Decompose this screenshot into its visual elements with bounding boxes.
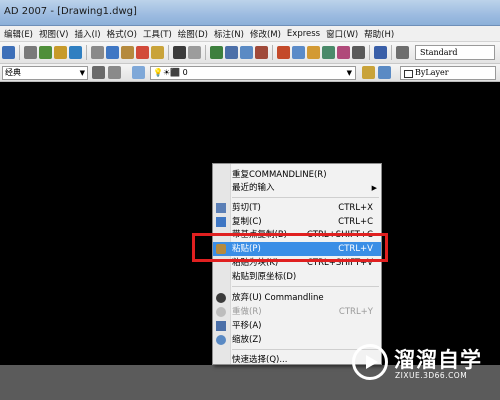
menu-separator: [232, 197, 379, 198]
text-style-icon: [396, 46, 409, 59]
undo-icon[interactable]: [173, 46, 186, 59]
menu-tools[interactable]: 工具(T): [143, 28, 172, 40]
menu-dimension[interactable]: 标注(N): [214, 28, 244, 40]
toolbar-separator: [391, 45, 392, 60]
zoom-icon: [216, 335, 226, 345]
menu-item-repeat[interactable]: 重复COMMANDLINE(R): [213, 168, 381, 182]
copy-icon: [216, 217, 226, 227]
workspace-select[interactable]: 经典 ▼: [2, 66, 88, 80]
menu-modify[interactable]: 修改(M): [250, 28, 281, 40]
menu-view[interactable]: 视图(V): [39, 28, 68, 40]
layer-states-icon[interactable]: [132, 66, 145, 79]
toolbar-separator: [369, 45, 370, 60]
menu-item-paste-to-original[interactable]: 粘贴到原坐标(D): [213, 270, 381, 284]
design-center-icon[interactable]: [292, 46, 305, 59]
zoom-window-icon[interactable]: [240, 46, 253, 59]
color-control-select[interactable]: ByLayer: [400, 66, 496, 80]
undo-icon: [216, 293, 226, 303]
zoom-previous-icon[interactable]: [255, 46, 268, 59]
menu-edit[interactable]: 编辑(E): [4, 28, 33, 40]
match-properties-icon[interactable]: [136, 46, 149, 59]
toolbar-separator: [19, 45, 20, 60]
menu-format[interactable]: 格式(O): [107, 28, 137, 40]
layer-state-icons: 💡☀⬛: [153, 68, 181, 77]
layer-name: 0: [182, 68, 188, 77]
cut-icon[interactable]: [91, 46, 104, 59]
markup-icon[interactable]: [337, 46, 350, 59]
watermark-brand: 溜溜自学: [394, 348, 482, 372]
context-menu: 重复COMMANDLINE(R) 最近的输入 ▶ 剪切(T) CTRL+X 复制…: [212, 163, 382, 365]
submenu-arrow-icon: ▶: [371, 184, 377, 192]
menu-separator: [232, 286, 379, 287]
watermark-url: ZIXUE.3D66.COM: [395, 371, 468, 380]
layer-previous-icon[interactable]: [378, 66, 391, 79]
toolbar-separator: [86, 45, 87, 60]
calculator-icon[interactable]: [352, 46, 365, 59]
menu-item-copy[interactable]: 复制(C) CTRL+C: [213, 215, 381, 229]
watermark-logo: 溜溜自学 ZIXUE.3D66.COM: [352, 336, 500, 392]
menu-help[interactable]: 帮助(H): [364, 28, 394, 40]
standard-toolbar: Standard: [0, 42, 500, 64]
menu-bar: 编辑(E) 视图(V) 插入(I) 格式(O) 工具(T) 绘图(D) 标注(N…: [0, 26, 500, 42]
tool-palettes-icon[interactable]: [307, 46, 320, 59]
toolbar-separator: [272, 45, 273, 60]
menu-window[interactable]: 窗口(W): [326, 28, 358, 40]
make-object-layer-current-icon[interactable]: [362, 66, 375, 79]
pan-icon[interactable]: [210, 46, 223, 59]
highlight-callout: [192, 233, 388, 262]
layers-toolbar: 经典 ▼ 💡☀⬛ 0 ▼ ByLayer: [0, 64, 500, 82]
save-icon[interactable]: [2, 46, 15, 59]
redo-icon[interactable]: [188, 46, 201, 59]
menu-item-pan[interactable]: 平移(A): [213, 319, 381, 333]
workspace-value: 经典: [5, 68, 21, 77]
print-icon[interactable]: [24, 46, 37, 59]
title-bar: AD 2007 - [Drawing1.dwg]: [0, 0, 500, 26]
zoom-realtime-icon[interactable]: [225, 46, 238, 59]
copy-icon[interactable]: [106, 46, 119, 59]
redo-icon: [216, 307, 226, 317]
toolbar-separator: [205, 45, 206, 60]
sheet-set-icon[interactable]: [322, 46, 335, 59]
3d-dwf-icon[interactable]: [69, 46, 82, 59]
publish-icon[interactable]: [54, 46, 67, 59]
scissors-icon: [216, 203, 226, 213]
toolbar-separator: [168, 45, 169, 60]
menu-item-redo[interactable]: 重做(R) CTRL+Y: [213, 305, 381, 319]
text-style-select[interactable]: Standard: [415, 45, 495, 60]
window-title: AD 2007 - [Drawing1.dwg]: [4, 6, 137, 17]
chevron-down-icon: ▼: [346, 69, 352, 77]
layer-select[interactable]: 💡☀⬛ 0 ▼: [150, 66, 356, 80]
menu-insert[interactable]: 插入(I): [74, 28, 100, 40]
menu-draw[interactable]: 绘图(D): [178, 28, 208, 40]
menu-express[interactable]: Express: [287, 29, 320, 39]
properties-icon[interactable]: [277, 46, 290, 59]
paste-icon[interactable]: [121, 46, 134, 59]
plot-preview-icon[interactable]: [39, 46, 52, 59]
block-editor-icon[interactable]: [151, 46, 164, 59]
menu-item-recent-input[interactable]: 最近的输入 ▶: [213, 181, 381, 195]
chevron-down-icon: ▼: [79, 69, 85, 77]
help-icon[interactable]: [374, 46, 387, 59]
play-logo-icon: [352, 344, 388, 380]
workspace-settings-icon[interactable]: [92, 66, 105, 79]
pan-icon: [216, 321, 226, 331]
layer-manager-icon[interactable]: [108, 66, 121, 79]
menu-item-undo[interactable]: 放弃(U) Commandline: [213, 291, 381, 305]
menu-item-cut[interactable]: 剪切(T) CTRL+X: [213, 201, 381, 215]
